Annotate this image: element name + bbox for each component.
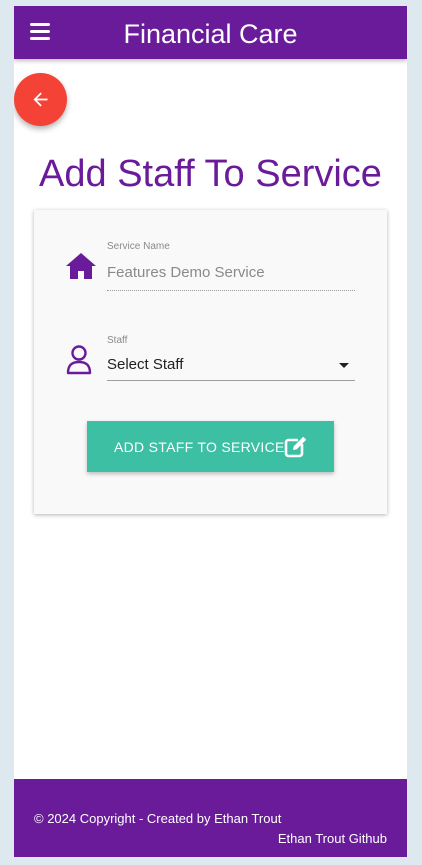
app-container: Financial Care Add Staff To Service Serv… [14, 6, 407, 857]
top-navbar: Financial Care [14, 6, 407, 59]
footer: © 2024 Copyright - Created by Ethan Trou… [14, 779, 407, 857]
copyright-text: © 2024 Copyright - Created by Ethan Trou… [34, 811, 282, 826]
app-title[interactable]: Financial Care [14, 18, 407, 50]
back-button[interactable] [14, 73, 67, 126]
staff-select[interactable]: Select Staff [107, 351, 355, 381]
add-staff-to-service-button[interactable]: ADD STAFF TO SERVICE [87, 421, 334, 472]
staff-underline [107, 380, 355, 381]
service-name-label: Service Name [107, 241, 170, 252]
service-name-input[interactable]: Features Demo Service [107, 264, 355, 282]
home-icon [66, 253, 96, 279]
page-title: Add Staff To Service [39, 153, 382, 195]
form-card: Service Name Features Demo Service Staff… [34, 210, 387, 514]
add-staff-button-label: ADD STAFF TO SERVICE [114, 439, 285, 455]
arrow-left-icon [33, 92, 48, 107]
service-name-underline [107, 290, 355, 291]
staff-selected-value: Select Staff [107, 356, 184, 373]
staff-label: Staff [107, 335, 128, 346]
person-icon [66, 345, 92, 375]
edit-icon [284, 435, 308, 458]
caret-down-icon [339, 363, 349, 368]
github-link[interactable]: Ethan Trout Github [278, 831, 387, 847]
